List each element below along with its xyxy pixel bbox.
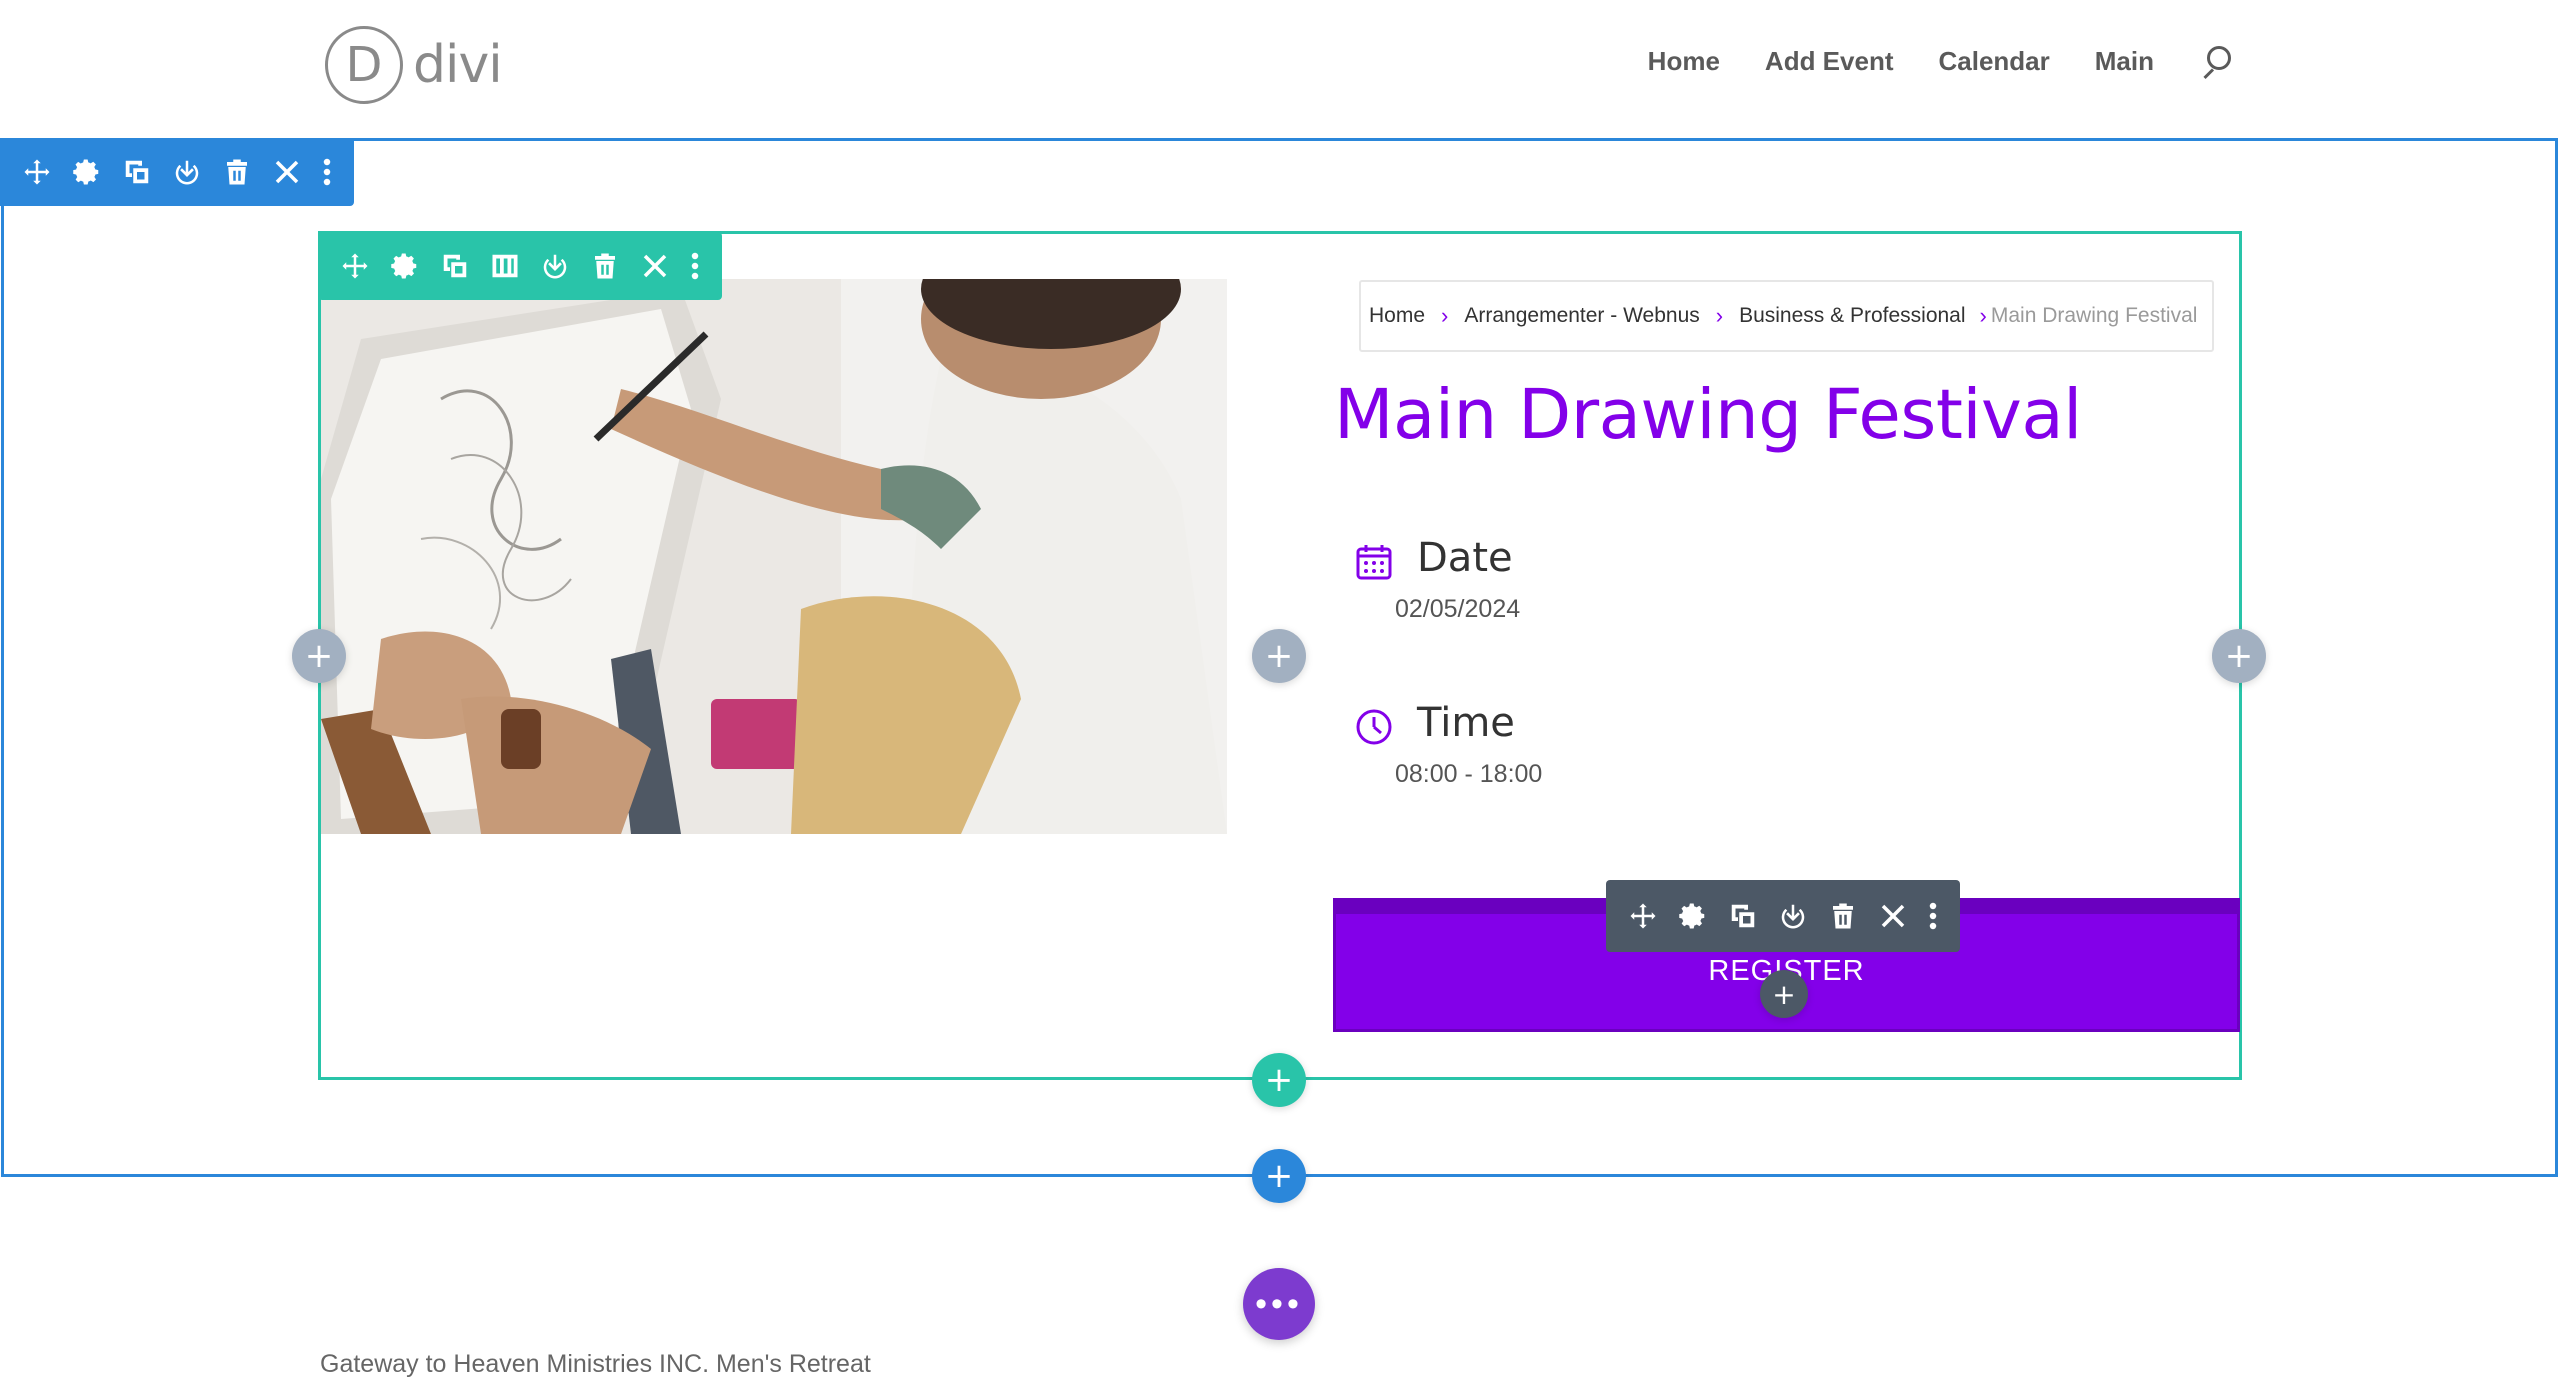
- event-title: Main Drawing Festival: [1334, 375, 2082, 455]
- main-nav: Home Add Event Calendar Main: [1648, 44, 2233, 80]
- breadcrumb-arrangementer[interactable]: Arrangementer - Webnus: [1464, 304, 1699, 328]
- breadcrumb-home[interactable]: Home: [1369, 304, 1425, 328]
- date-value: 02/05/2024: [1395, 595, 1521, 623]
- duplicate-icon[interactable]: [1718, 891, 1768, 941]
- columns-icon[interactable]: [480, 241, 530, 291]
- save-icon[interactable]: [530, 241, 580, 291]
- gear-icon[interactable]: [380, 241, 430, 291]
- nav-add-event[interactable]: Add Event: [1765, 46, 1894, 77]
- more-vertical-icon[interactable]: [680, 241, 710, 291]
- artist-drawing-illustration: [321, 279, 1227, 834]
- section-toolbar: [0, 138, 354, 206]
- logo-text: divi: [413, 35, 503, 95]
- chevron-right-icon: ›: [1715, 303, 1724, 328]
- save-icon[interactable]: [1768, 891, 1818, 941]
- time-value: 08:00 - 18:00: [1395, 760, 1543, 788]
- chevron-right-icon: ›: [1979, 303, 1987, 328]
- add-row-button[interactable]: +: [1252, 1053, 1306, 1107]
- close-icon[interactable]: [262, 147, 312, 197]
- close-icon[interactable]: [630, 241, 680, 291]
- gear-icon[interactable]: [1668, 891, 1718, 941]
- next-event-title[interactable]: Gateway to Heaven Ministries INC. Men's …: [320, 1350, 871, 1379]
- breadcrumb-category[interactable]: Business & Professional: [1739, 304, 1965, 328]
- move-icon[interactable]: [1618, 891, 1668, 941]
- move-icon[interactable]: [12, 147, 62, 197]
- breadcrumb-current: Main Drawing Festival: [1990, 304, 2198, 327]
- clock-icon: [1356, 709, 1392, 745]
- add-column-right-button[interactable]: +: [2212, 629, 2266, 683]
- move-icon[interactable]: [330, 241, 380, 291]
- nav-main[interactable]: Main: [2095, 46, 2154, 77]
- duplicate-icon[interactable]: [112, 147, 162, 197]
- add-column-left-button[interactable]: +: [292, 629, 346, 683]
- row-toolbar: [318, 232, 722, 300]
- more-vertical-icon[interactable]: [312, 147, 342, 197]
- add-module-button[interactable]: +: [1760, 970, 1808, 1018]
- logo-mark: D: [325, 26, 403, 104]
- nav-calendar[interactable]: Calendar: [1939, 46, 2050, 77]
- trash-icon[interactable]: [212, 147, 262, 197]
- site-logo[interactable]: D divi: [325, 26, 503, 104]
- gear-icon[interactable]: [62, 147, 112, 197]
- save-icon[interactable]: [162, 147, 212, 197]
- chevron-right-icon: ›: [1441, 303, 1449, 328]
- search-icon[interactable]: [2199, 44, 2233, 80]
- site-header: D divi Home Add Event Calendar Main: [0, 0, 2560, 136]
- add-section-button[interactable]: +: [1252, 1149, 1306, 1203]
- close-icon[interactable]: [1868, 891, 1918, 941]
- nav-home[interactable]: Home: [1648, 46, 1720, 77]
- calendar-icon: [1356, 545, 1392, 580]
- trash-icon[interactable]: [580, 241, 630, 291]
- add-column-middle-button[interactable]: +: [1252, 629, 1306, 683]
- builder-settings-button[interactable]: •••: [1243, 1268, 1315, 1340]
- date-label: Date: [1417, 535, 1513, 581]
- duplicate-icon[interactable]: [430, 241, 480, 291]
- more-vertical-icon[interactable]: [1918, 891, 1948, 941]
- breadcrumb: Home › Arrangementer - Webnus › Business…: [1359, 280, 2214, 352]
- trash-icon[interactable]: [1818, 891, 1868, 941]
- time-label: Time: [1417, 700, 1515, 746]
- event-image[interactable]: [321, 279, 1227, 834]
- module-toolbar: [1606, 880, 1960, 952]
